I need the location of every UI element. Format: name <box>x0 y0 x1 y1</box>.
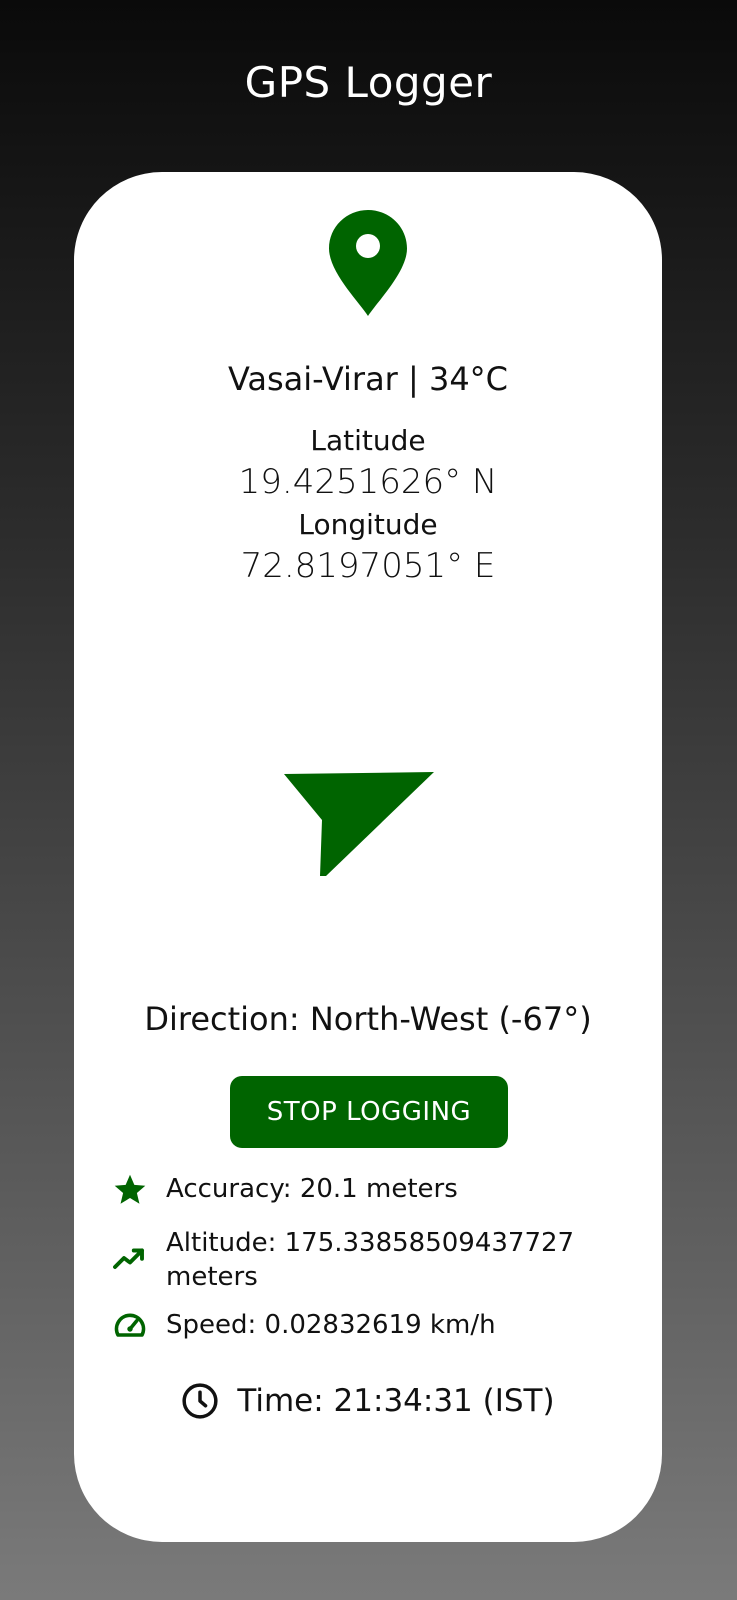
location-pin-icon <box>329 210 407 316</box>
altitude-text-line1: Altitude: 175.33858509437727 <box>166 1228 575 1258</box>
latitude-label: Latitude <box>310 424 426 457</box>
speed-row: Speed: 0.02832619 km/h <box>112 1308 632 1344</box>
star-icon <box>114 1174 146 1204</box>
time-text: Time: 21:34:31 (IST) <box>237 1383 555 1419</box>
longitude-label: Longitude <box>298 508 438 541</box>
time-row: Time: 21:34:31 (IST) <box>74 1382 662 1420</box>
latitude-value: 19.4251626° N <box>238 462 498 502</box>
speedometer-icon <box>114 1313 146 1337</box>
longitude-value: 72.8197051° E <box>240 546 496 586</box>
app-title: GPS Logger <box>244 58 493 107</box>
location-weather: Vasai-Virar | 34°C <box>227 360 509 398</box>
location-card: Vasai-Virar | 34°C Latitude 19.4251626° … <box>74 172 662 1542</box>
clock-icon <box>182 1383 218 1419</box>
altitude-text-line2: meters <box>166 1262 258 1292</box>
altitude-row: Altitude: 175.33858509437727 meters <box>112 1226 632 1294</box>
navigation-arrow-icon <box>284 772 434 876</box>
speed-text: Speed: 0.02832619 km/h <box>166 1310 496 1340</box>
accuracy-text: Accuracy: 20.1 meters <box>166 1174 458 1204</box>
trending-up-icon <box>113 1248 144 1269</box>
accuracy-row: Accuracy: 20.1 meters <box>112 1172 632 1208</box>
direction-text: Direction: North-West (-67°) <box>144 1000 592 1038</box>
stop-logging-button[interactable]: STOP LOGGING <box>230 1076 508 1148</box>
